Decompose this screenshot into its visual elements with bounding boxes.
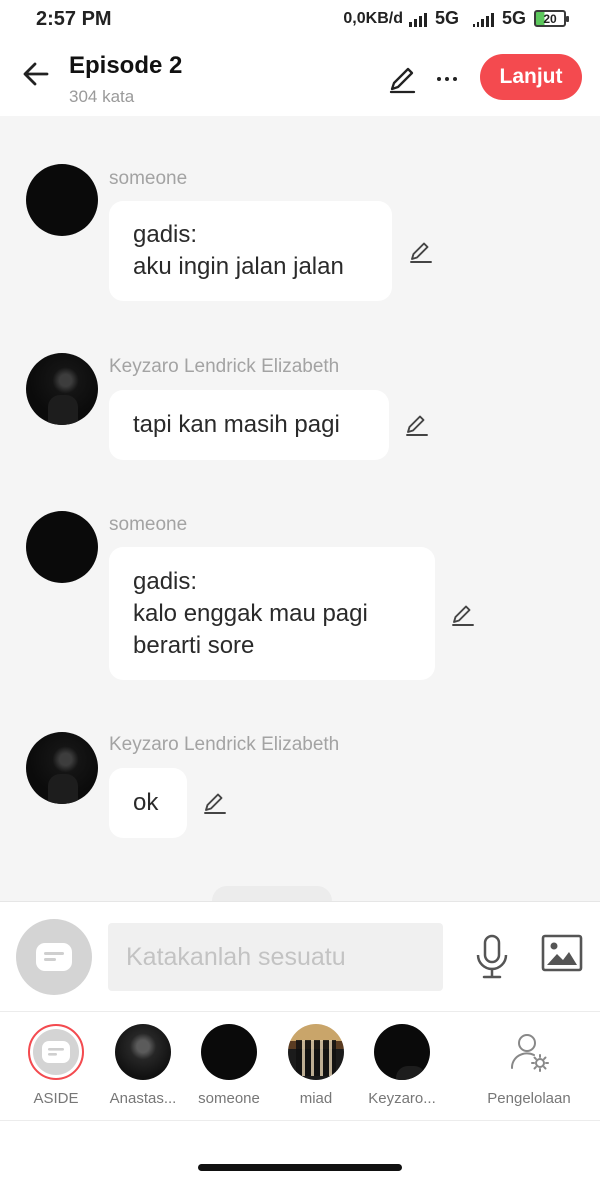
- message-line: aku ingin jalan jalan: [133, 253, 344, 280]
- character-anastas[interactable]: Anastas...: [100, 1024, 186, 1107]
- input-bar: [0, 901, 600, 1011]
- message-line: berarti sore: [133, 631, 255, 659]
- page-title: Episode 2: [69, 52, 183, 79]
- message-bubble[interactable]: gadis: kalo enggak mau pagi berarti sore: [109, 547, 435, 680]
- edit-message-icon[interactable]: [449, 600, 477, 628]
- avatar[interactable]: [26, 353, 98, 425]
- network-type-2: 5G: [501, 8, 526, 28]
- battery-icon: 20: [534, 10, 569, 27]
- message-bubble[interactable]: tapi kan masih pagi: [109, 390, 389, 460]
- chat-area[interactable]: someone gadis: aku ingin jalan jalan Key…: [0, 116, 600, 901]
- character-label: miad: [299, 1090, 333, 1107]
- next-button[interactable]: Lanjut: [480, 54, 582, 100]
- character-label: ASIDE: [33, 1090, 79, 1107]
- home-indicator[interactable]: [198, 1164, 402, 1171]
- chat-bubble-icon: [36, 943, 72, 971]
- message-line: gadis:: [133, 221, 198, 248]
- more-options-icon[interactable]: [430, 62, 464, 96]
- avatar[interactable]: [26, 511, 98, 583]
- signal-icon: [408, 11, 427, 27]
- message-line: gadis:: [133, 567, 198, 595]
- back-arrow-icon[interactable]: [18, 56, 54, 92]
- avatar[interactable]: [26, 164, 98, 236]
- avatar: [115, 1024, 171, 1080]
- sender-name: Keyzaro Lendrick Elizabeth: [109, 734, 340, 755]
- character-aside[interactable]: ASIDE: [13, 1024, 99, 1107]
- character-label: someone: [198, 1090, 260, 1107]
- character-someone[interactable]: someone: [186, 1024, 272, 1107]
- data-speed: 0,0KB/d: [343, 9, 403, 27]
- pencil-icon[interactable]: [386, 62, 420, 96]
- message-line: tapi kan masih pagi: [133, 411, 340, 438]
- avatar: [374, 1024, 430, 1080]
- avatar: [288, 1024, 344, 1080]
- status-bar: 2:57 PM 0,0KB/d 5G 5G 20: [0, 0, 600, 38]
- header: Episode 2 304 kata Lanjut: [0, 38, 600, 116]
- network-type-1: 5G: [434, 8, 459, 28]
- avatar[interactable]: [26, 732, 98, 804]
- management-button[interactable]: Pengelolaan: [480, 1024, 578, 1107]
- character-miad[interactable]: miad: [273, 1024, 359, 1107]
- signal-icon-2: [472, 11, 494, 27]
- message-bubble[interactable]: gadis: aku ingin jalan jalan: [109, 201, 392, 301]
- edit-message-icon[interactable]: [201, 788, 229, 816]
- scroll-handle[interactable]: [212, 886, 332, 901]
- management-label: Pengelolaan: [487, 1090, 571, 1107]
- word-count: 304 kata: [69, 87, 135, 106]
- message-input[interactable]: [108, 923, 443, 991]
- sender-name: Keyzaro Lendrick Elizabeth: [109, 356, 340, 377]
- status-time: 2:57 PM: [36, 8, 112, 30]
- character-label: Anastas...: [109, 1090, 177, 1107]
- image-icon[interactable]: [541, 934, 585, 978]
- battery-level: 20: [543, 11, 557, 26]
- aside-toggle-button[interactable]: [16, 919, 92, 995]
- character-label: Keyzaro...: [368, 1090, 436, 1107]
- microphone-icon[interactable]: [470, 932, 514, 982]
- character-keyzaro[interactable]: Keyzaro...: [359, 1024, 445, 1107]
- user-gear-icon: [501, 1024, 557, 1080]
- message-line: kalo enggak mau pagi: [133, 599, 368, 627]
- sender-name: someone: [109, 168, 188, 189]
- edit-message-icon[interactable]: [403, 410, 431, 438]
- edit-message-icon[interactable]: [407, 237, 435, 265]
- message-line: ok: [133, 789, 159, 816]
- sender-name: someone: [109, 514, 188, 535]
- status-indicators: 0,0KB/d 5G 5G 20: [343, 8, 569, 29]
- aside-icon: [28, 1024, 84, 1080]
- avatar: [201, 1024, 257, 1080]
- character-selector: ASIDE Anastas... someone miad Keyzaro...…: [0, 1011, 600, 1121]
- message-bubble[interactable]: ok: [109, 768, 187, 838]
